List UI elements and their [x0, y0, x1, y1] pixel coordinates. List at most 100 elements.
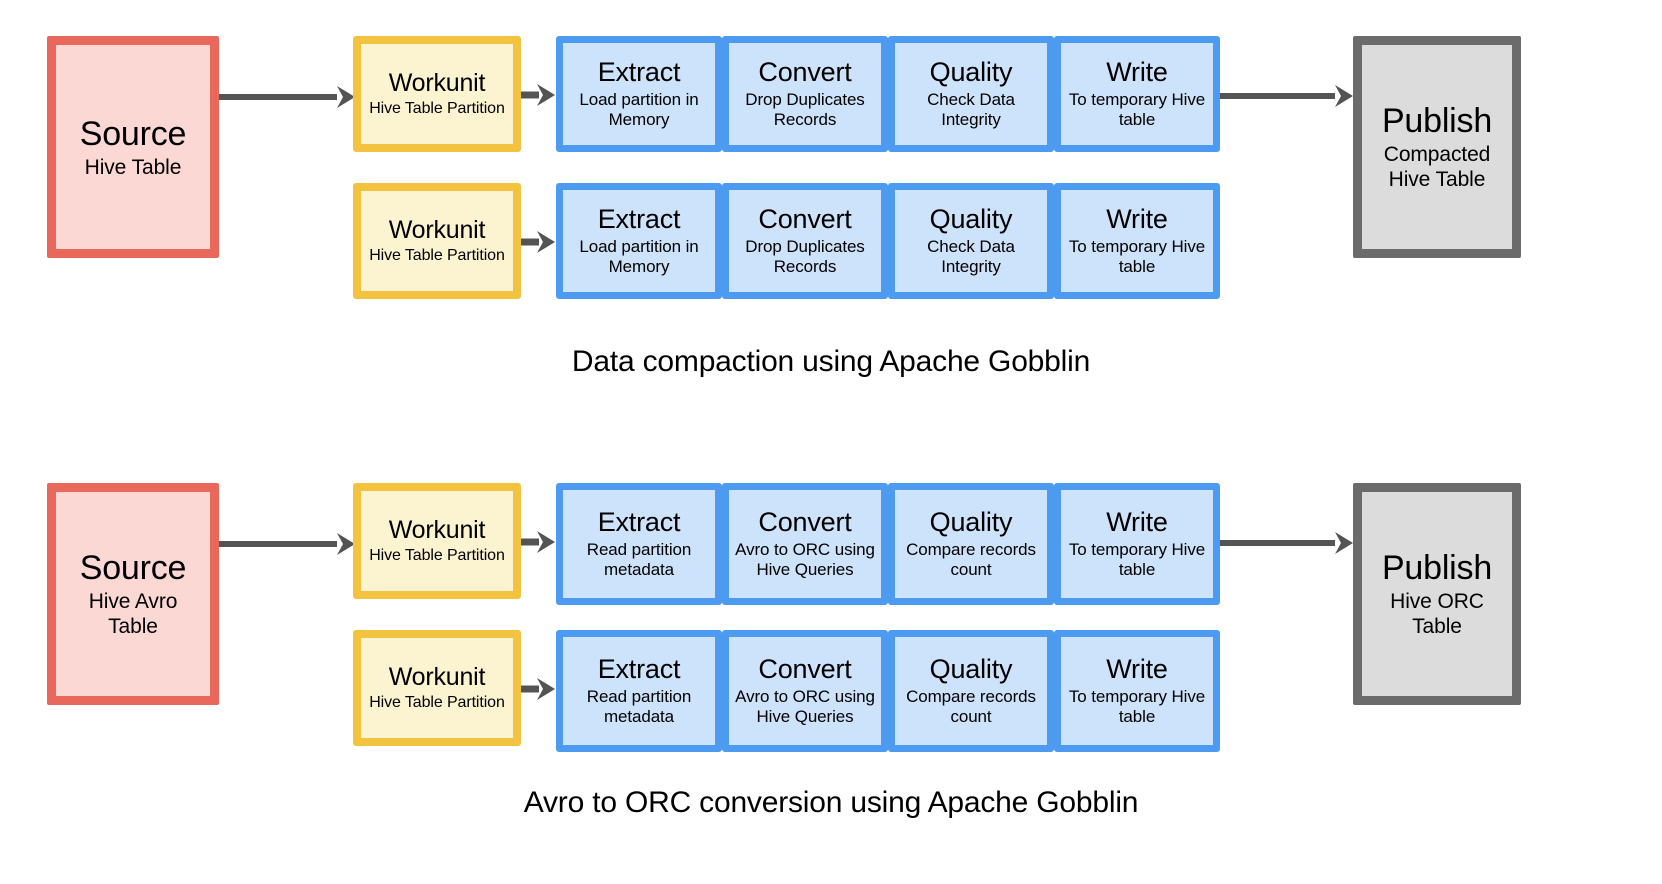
d2-r1-write-sub1: To temporary Hive: [1068, 539, 1206, 559]
d1-r1-extract-sub2: Memory: [608, 110, 670, 130]
d1-r1-stage-extract: Extract Load partition in Memory: [556, 36, 722, 152]
d2-r1-quality-sub2: count: [950, 560, 992, 580]
d2-r1-stage-write: Write To temporary Hive table: [1054, 483, 1220, 605]
d1-r2-extract-sub1: Load partition in: [579, 236, 699, 256]
d2-arrow-workunit2-to-extract: [521, 676, 555, 702]
d2-r2-write-title: Write: [1106, 653, 1168, 684]
d2-workunit-1: Workunit Hive Table Partition: [353, 483, 521, 599]
d2-r2-extract-title: Extract: [597, 653, 681, 684]
d2-r1-quality-title: Quality: [929, 506, 1013, 537]
d1-arrow-workunit2-to-extract: [521, 229, 555, 255]
d1-r2-write-title: Write: [1106, 203, 1168, 234]
d1-r2-extract-sub2: Memory: [608, 257, 670, 277]
d1-source-box: Source Hive Table: [47, 36, 219, 258]
d2-workunit-2-title: Workunit: [388, 662, 486, 691]
d1-source-subtitle: Hive Table: [84, 155, 182, 179]
d2-r1-stage-extract: Extract Read partition metadata: [556, 483, 722, 605]
d2-r2-stage-write: Write To temporary Hive table: [1054, 630, 1220, 752]
d2-r2-extract-sub2: metadata: [603, 707, 675, 727]
d2-r2-quality-sub1: Compare records: [906, 686, 1036, 706]
d1-arrow-write-to-publish: [1220, 83, 1353, 109]
d1-r1-quality-sub2: Integrity: [941, 110, 1001, 130]
d1-publish-box: Publish Compacted Hive Table: [1353, 36, 1521, 258]
d2-r1-extract-sub2: metadata: [603, 560, 675, 580]
d1-r1-write-title: Write: [1106, 56, 1168, 87]
d1-r2-convert-sub2: Records: [773, 257, 837, 277]
d2-publish-sub2: Table: [1412, 615, 1462, 639]
d2-r2-stage-extract: Extract Read partition metadata: [556, 630, 722, 752]
d2-workunit-2: Workunit Hive Table Partition: [353, 630, 521, 746]
d2-source-title: Source: [79, 549, 187, 588]
d1-r1-quality-sub1: Check Data: [927, 89, 1015, 109]
d2-source-box: Source Hive Avro Table: [47, 483, 219, 705]
d1-r2-stage-quality: Quality Check Data Integrity: [888, 183, 1054, 299]
d2-caption: Avro to ORC conversion using Apache Gobb…: [523, 786, 1139, 819]
d2-r1-quality-sub1: Compare records: [906, 539, 1036, 559]
d1-r1-extract-title: Extract: [597, 56, 681, 87]
d1-workunit-1-subtitle: Hive Table Partition: [369, 100, 505, 118]
d1-r1-convert-sub1: Drop Duplicates: [745, 89, 865, 109]
d1-r2-stage-convert: Convert Drop Duplicates Records: [722, 183, 888, 299]
d1-arrow-workunit1-to-extract: [521, 82, 555, 108]
d2-r2-convert-title: Convert: [758, 653, 852, 684]
d1-r2-write-sub2: table: [1118, 257, 1156, 277]
d1-r1-quality-title: Quality: [929, 56, 1013, 87]
d1-r2-extract-title: Extract: [597, 203, 681, 234]
d2-source-sub2: Table: [108, 615, 158, 639]
d1-r2-convert-sub1: Drop Duplicates: [745, 236, 865, 256]
d2-arrow-workunit1-to-extract: [521, 529, 555, 555]
d1-r2-quality-sub2: Integrity: [941, 257, 1001, 277]
d2-r2-convert-sub1: Avro to ORC using: [735, 686, 875, 706]
d1-r1-stage-write: Write To temporary Hive table: [1054, 36, 1220, 152]
d1-publish-sub2: Hive Table: [1388, 168, 1486, 192]
d2-source-sub1: Hive Avro: [88, 590, 178, 614]
d2-arrow-write-to-publish: [1220, 530, 1353, 556]
d1-r1-write-sub2: table: [1118, 110, 1156, 130]
d1-workunit-2: Workunit Hive Table Partition: [353, 183, 521, 299]
diagram-canvas: Source Hive Table Workunit Hive Table Pa…: [0, 0, 1662, 884]
d1-r1-convert-title: Convert: [758, 56, 852, 87]
d1-r2-quality-title: Quality: [929, 203, 1013, 234]
d1-workunit-1-title: Workunit: [388, 68, 486, 97]
d2-publish-title: Publish: [1381, 549, 1493, 588]
d2-r1-convert-title: Convert: [758, 506, 852, 537]
d1-arrow-source-to-workunit: [219, 84, 355, 110]
d2-r2-quality-sub2: count: [950, 707, 992, 727]
d2-r1-write-sub2: table: [1118, 560, 1156, 580]
d2-r1-extract-sub1: Read partition: [586, 539, 692, 559]
d2-r1-convert-sub1: Avro to ORC using: [735, 539, 875, 559]
d2-publish-box: Publish Hive ORC Table: [1353, 483, 1521, 705]
d1-r2-convert-title: Convert: [758, 203, 852, 234]
d2-r1-write-title: Write: [1106, 506, 1168, 537]
d1-r1-stage-convert: Convert Drop Duplicates Records: [722, 36, 888, 152]
d2-r1-stage-convert: Convert Avro to ORC using Hive Queries: [722, 483, 888, 605]
d1-workunit-2-subtitle: Hive Table Partition: [369, 247, 505, 265]
d2-workunit-1-title: Workunit: [388, 515, 486, 544]
d2-r2-quality-title: Quality: [929, 653, 1013, 684]
d1-publish-title: Publish: [1381, 102, 1493, 141]
d1-r2-stage-write: Write To temporary Hive table: [1054, 183, 1220, 299]
d1-source-title: Source: [79, 114, 187, 153]
d1-workunit-1: Workunit Hive Table Partition: [353, 36, 521, 152]
d2-arrow-source-to-workunit: [219, 531, 355, 557]
d1-r1-extract-sub1: Load partition in: [579, 89, 699, 109]
d2-r2-write-sub1: To temporary Hive: [1068, 686, 1206, 706]
d2-workunit-2-subtitle: Hive Table Partition: [369, 694, 505, 712]
d2-r1-convert-sub2: Hive Queries: [756, 560, 854, 580]
d2-r1-extract-title: Extract: [597, 506, 681, 537]
d1-workunit-2-title: Workunit: [388, 215, 486, 244]
d1-publish-sub1: Compacted: [1383, 143, 1491, 167]
d1-r2-quality-sub1: Check Data: [927, 236, 1015, 256]
d1-r2-write-sub1: To temporary Hive: [1068, 236, 1206, 256]
d2-r2-write-sub2: table: [1118, 707, 1156, 727]
d1-r2-stage-extract: Extract Load partition in Memory: [556, 183, 722, 299]
d2-r2-extract-sub1: Read partition: [586, 686, 692, 706]
d2-workunit-1-subtitle: Hive Table Partition: [369, 547, 505, 565]
d2-publish-sub1: Hive ORC: [1390, 590, 1484, 614]
d2-r2-convert-sub2: Hive Queries: [756, 707, 854, 727]
d1-r1-write-sub1: To temporary Hive: [1068, 89, 1206, 109]
d1-r1-stage-quality: Quality Check Data Integrity: [888, 36, 1054, 152]
d1-caption: Data compaction using Apache Gobblin: [571, 345, 1091, 378]
d2-r2-stage-convert: Convert Avro to ORC using Hive Queries: [722, 630, 888, 752]
d2-r1-stage-quality: Quality Compare records count: [888, 483, 1054, 605]
